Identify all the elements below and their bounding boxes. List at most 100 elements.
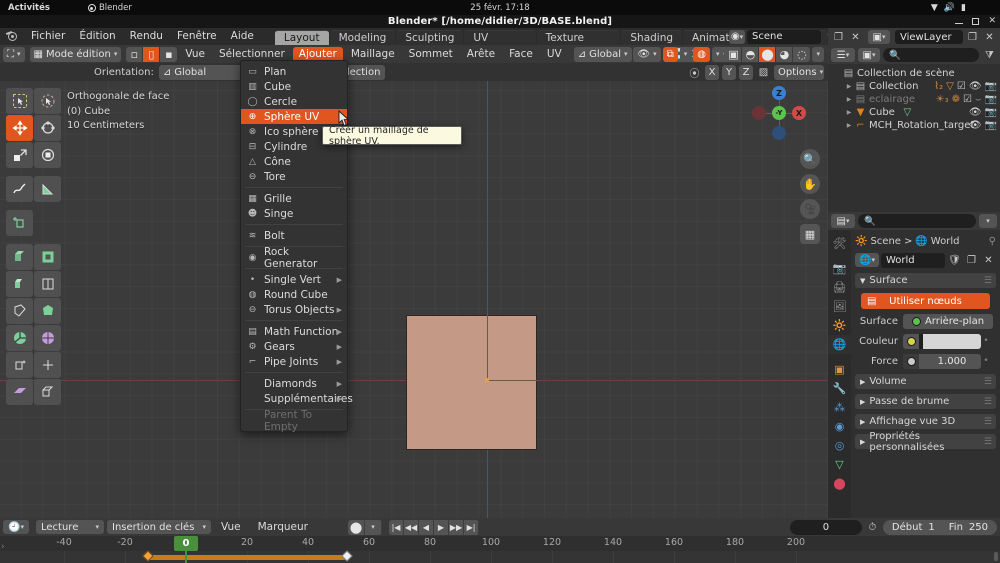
world-browse-icon[interactable]: 🌐 ▾: [855, 253, 879, 267]
outliner-search-input[interactable]: 🔍: [883, 48, 979, 62]
tab-constraints[interactable]: ◎: [828, 436, 851, 455]
checkbox-icon[interactable]: ☑: [957, 81, 966, 92]
menu-maillage[interactable]: Maillage: [345, 45, 401, 63]
chevron-right-icon[interactable]: ▶: [844, 96, 854, 103]
keying-dropdown[interactable]: Insertion de clés ▾: [107, 520, 211, 534]
menu-item-pipe-joints[interactable]: ⌐ Pipe Joints ▶: [241, 354, 347, 369]
outliner-filter-icon[interactable]: ⧩: [982, 48, 997, 62]
render-camera-icon[interactable]: 📷: [985, 107, 997, 118]
tab-physics[interactable]: ◉: [828, 417, 851, 436]
field-surface-value[interactable]: Arrière-plan: [903, 313, 993, 329]
add-cube-tool-icon[interactable]: [6, 210, 33, 236]
breadcrumb-scene[interactable]: Scene: [870, 236, 901, 247]
menu-item-plan[interactable]: ▭ Plan: [241, 64, 347, 79]
visibility-eye-icon[interactable]: 👁: [969, 120, 982, 131]
tab-layout[interactable]: Layout: [274, 30, 329, 45]
menu-item-sphere-uv[interactable]: ⊕ Sphère UV: [241, 109, 347, 124]
loop-cut-tool-icon[interactable]: [34, 271, 61, 297]
knife-tool-icon[interactable]: [6, 298, 33, 324]
properties-editor[interactable]: ▤ ▾ 🔍 ▾ 🛠 📷 🖨 🖼 🔆 🌐 ▣ 🔧 ⁂ ◉ ◎ ▽ ⬤ 🔆 Scene…: [828, 212, 1000, 518]
properties-filter-icon[interactable]: ▾: [979, 214, 997, 228]
auto-keying-dropdown-icon[interactable]: ▾: [365, 519, 382, 535]
outliner-filter-mode-icon[interactable]: ▣ ▾: [858, 48, 880, 62]
close-icon[interactable]: ✕: [988, 17, 996, 26]
render-camera-icon[interactable]: 📷: [985, 94, 997, 105]
end-frame-group[interactable]: Fin 250: [944, 522, 993, 533]
zoom-icon[interactable]: 🔍: [800, 149, 820, 169]
menu-item-tore[interactable]: ⊖ Tore: [241, 169, 347, 184]
menu-item-gears[interactable]: ⚙ Gears ▶: [241, 339, 347, 354]
minimize-icon[interactable]: [955, 20, 964, 24]
tab-modifiers[interactable]: 🔧: [828, 379, 851, 398]
menu-item-singe[interactable]: ☻ Singe: [241, 206, 347, 221]
system-clock[interactable]: 25 févr. 17:18: [470, 3, 529, 13]
visibility-selector[interactable]: 👁 ▾: [633, 46, 661, 62]
outliner-remove-icon[interactable]: ✕: [982, 30, 997, 44]
cube-mesh-object[interactable]: [406, 315, 537, 450]
randomize-tool-icon[interactable]: [6, 352, 33, 378]
field-couleur-value[interactable]: [903, 333, 981, 349]
mode-selector[interactable]: ▦ Mode édition ▾: [29, 46, 122, 62]
shading-dropdown[interactable]: ▾: [812, 46, 824, 62]
animate-decorator-icon[interactable]: •: [981, 336, 991, 346]
chevron-right-icon[interactable]: ▶: [844, 122, 854, 129]
frame-range-field[interactable]: Début 1 Fin 250: [882, 519, 997, 535]
pin-icon[interactable]: ⚲: [989, 236, 996, 247]
window-controls[interactable]: ✕: [955, 15, 996, 28]
outliner-row-eclairage[interactable]: ▶ ▤ eclairage ☀₃ ❁ ☑ ⌣ 📷: [828, 93, 1000, 106]
grid-icon[interactable]: ▦: [800, 224, 820, 244]
measure-tool-icon[interactable]: [34, 176, 61, 202]
use-preview-range-icon[interactable]: ⏱: [865, 520, 880, 534]
current-frame-field[interactable]: 0: [789, 519, 862, 535]
panel-proprietes-personnalisees[interactable]: ▶ Propriétés personnalisées ☰: [855, 431, 996, 453]
axis-y-toggle[interactable]: Y: [722, 64, 736, 80]
fake-user-shield-icon[interactable]: 🛡: [947, 253, 962, 267]
timeline-ruler[interactable]: -40 -20 20 40 60 80 100 120 140 160 180 …: [0, 536, 1000, 551]
gizmo-axis-neg-y[interactable]: -Y: [772, 106, 786, 120]
material-preview-icon[interactable]: ⬤: [759, 46, 777, 62]
new-world-icon[interactable]: ❐: [964, 253, 979, 267]
start-frame-group[interactable]: Début 1: [887, 522, 940, 533]
menu-item-cercle[interactable]: ◯ Cercle: [241, 94, 347, 109]
visibility-eye-closed-icon[interactable]: ⌣: [975, 94, 982, 105]
tab-render[interactable]: 📷: [828, 259, 851, 278]
menu-face[interactable]: Face: [503, 45, 539, 63]
outliner-row-collection[interactable]: ▶ ▤ Collection ⌇₂ ▽ ☑ 👁 📷: [828, 80, 1000, 93]
outliner-row-cube[interactable]: ▶ ▼ Cube ▽ 👁 📷: [828, 106, 1000, 119]
tab-output[interactable]: 🖨: [828, 278, 851, 297]
menu-fichier[interactable]: Fichier: [24, 28, 72, 45]
menu-item-math-function[interactable]: ▤ Math Function ▶: [241, 324, 347, 339]
scale-tool-icon[interactable]: [6, 142, 33, 168]
menu-item-supplementaires[interactable]: Supplémentaires ▶: [241, 391, 353, 406]
select-circle-tool-icon[interactable]: [34, 88, 61, 114]
color-swatch[interactable]: [923, 333, 981, 349]
render-camera-icon[interactable]: 📷: [985, 120, 997, 131]
face-select-icon[interactable]: ▪: [160, 46, 178, 62]
scene-browse-icon[interactable]: ◉ ▾: [729, 29, 745, 44]
animate-decorator-icon[interactable]: •: [981, 356, 991, 366]
rotate-tool-icon[interactable]: [34, 115, 61, 141]
world-name-field[interactable]: World: [881, 252, 945, 268]
gizmo-axis-neg-z[interactable]: [772, 126, 786, 140]
menu-item-round-cube[interactable]: ◍ Round Cube: [241, 287, 347, 302]
menu-item-diamonds[interactable]: Diamonds ▶: [241, 376, 347, 391]
spin-tool-icon[interactable]: [6, 325, 33, 351]
jump-end-icon[interactable]: ▶|: [464, 519, 479, 535]
menu-fenetre[interactable]: Fenêtre: [170, 28, 224, 45]
edge-slide-tool-icon[interactable]: [34, 352, 61, 378]
shear-tool-icon[interactable]: [34, 379, 61, 405]
tab-tool[interactable]: 🛠: [828, 234, 851, 253]
poly-build-tool-icon[interactable]: [34, 298, 61, 324]
playback-transport-group[interactable]: |◀ ◀◀ ◀ ▶ ▶▶ ▶|: [389, 519, 479, 535]
timeline-expand-icon[interactable]: ›: [1, 542, 5, 552]
menu-rendu[interactable]: Rendu: [123, 28, 170, 45]
transform-orientation-selector[interactable]: ⊿ Global ▾: [573, 46, 632, 62]
menu-item-bolt[interactable]: ≋ Bolt: [241, 228, 347, 243]
unlink-world-icon[interactable]: ✕: [981, 253, 996, 267]
menu-uv[interactable]: UV: [541, 45, 568, 63]
outliner-row-mch-rotation-target[interactable]: ▶ ⌐ MCH_Rotation_target 👁 📷: [828, 119, 1000, 132]
menu-item-grille[interactable]: ▦ Grille: [241, 191, 347, 206]
chevron-right-icon[interactable]: ▶: [844, 83, 854, 90]
outliner-display-mode[interactable]: ▣ ▾: [868, 30, 890, 44]
record-group[interactable]: ⬤ ▾: [348, 519, 382, 535]
